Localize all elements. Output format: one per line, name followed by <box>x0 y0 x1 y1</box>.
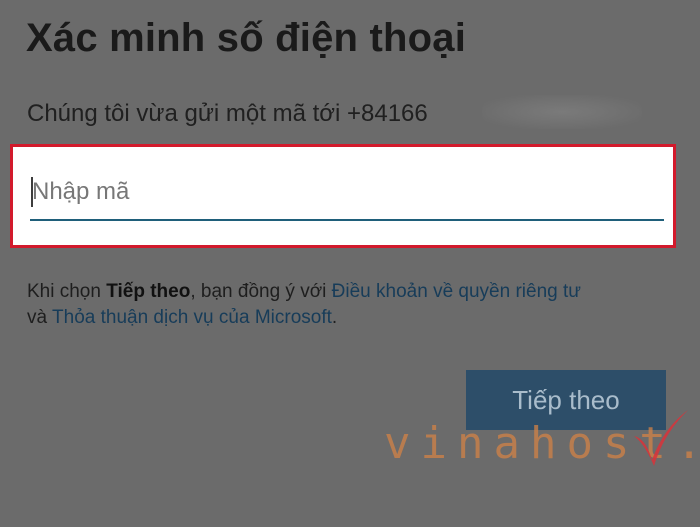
code-input[interactable] <box>30 165 664 221</box>
redacted-phone-blur <box>482 95 642 129</box>
terms-text-3: và <box>27 307 53 328</box>
terms-notice: Khi chọn Tiếp theo, bạn đồng ý với Điều … <box>27 279 677 331</box>
code-sent-message: Chúng tôi vừa gửi một mã tới +84166 <box>27 100 428 127</box>
verify-phone-screen: Xác minh số điện thoại Chúng tôi vừa gửi… <box>0 0 700 527</box>
text-cursor <box>31 177 33 207</box>
checkmark-logo-icon <box>634 410 688 466</box>
privacy-terms-link[interactable]: Điều khoản về quyền riêng tư <box>332 281 581 302</box>
terms-text-4: . <box>331 307 338 328</box>
page-title: Xác minh số điện thoại <box>26 16 467 60</box>
code-input-wrapper <box>30 165 664 223</box>
terms-text-1: Khi chọn <box>27 281 107 302</box>
terms-text-2: , bạn đồng ý với <box>190 281 332 302</box>
microsoft-services-link[interactable]: Thỏa thuận dịch vụ của Microsoft <box>52 307 332 328</box>
terms-bold-next: Tiếp theo <box>106 281 191 302</box>
